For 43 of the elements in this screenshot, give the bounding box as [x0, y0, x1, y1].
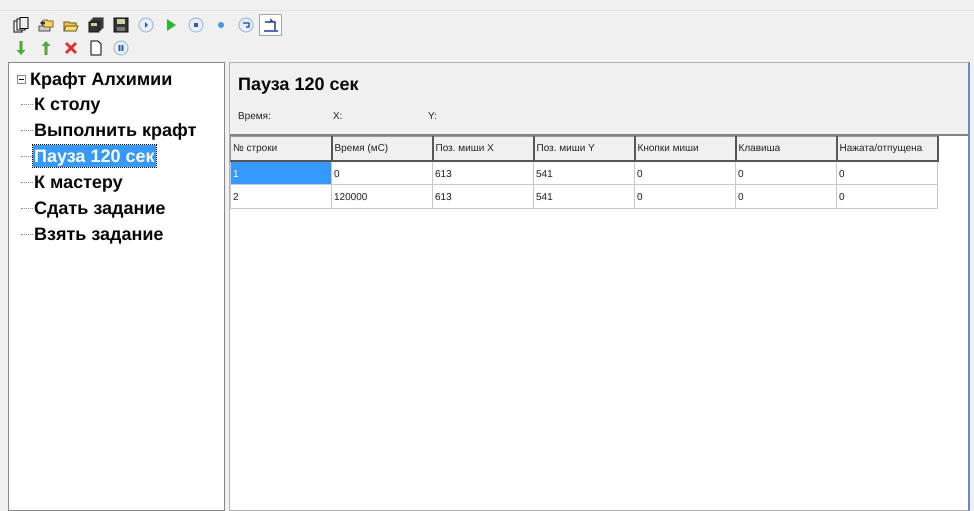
tree-item[interactable]: Крафт Алхимии	[29, 68, 174, 90]
copy-icon	[12, 16, 28, 32]
folder-icon	[38, 16, 54, 32]
collapse-toggle[interactable]	[17, 74, 26, 84]
column-header[interactable]: Нажата/отпущена	[836, 136, 938, 160]
loop-circle-icon	[238, 16, 254, 32]
column-header[interactable]: Клавиша	[736, 136, 836, 160]
delete-icon	[62, 40, 78, 56]
table-cell: 0	[634, 160, 736, 184]
column-header[interactable]: Поз. миши X	[432, 136, 534, 160]
table-cell: 0	[332, 160, 432, 184]
table-cell: 541	[534, 160, 634, 184]
new-document-icon	[88, 40, 104, 56]
field-label: X:	[333, 110, 344, 124]
tree-item[interactable]: К мастеру	[33, 171, 124, 193]
tree-item[interactable]: К столу	[33, 93, 102, 115]
table-cell: 613	[432, 160, 534, 184]
toolbar-button[interactable]	[259, 14, 282, 36]
play-circle-icon	[138, 16, 154, 32]
floppy-stack-icon	[88, 16, 104, 32]
column-header[interactable]: № строки	[230, 136, 332, 160]
tree-item[interactable]: Выполнить крафт	[33, 119, 198, 141]
tree-item[interactable]: Взять задание	[33, 223, 164, 245]
column-header[interactable]: Поз. миши Y	[534, 136, 634, 160]
table-cell: 0	[836, 160, 938, 184]
table-cell: 0	[836, 184, 938, 208]
tree-item[interactable]: Сдать задание	[33, 197, 166, 219]
stop-circle-icon	[188, 16, 204, 32]
table-cell: 541	[534, 184, 634, 208]
column-header[interactable]: Время (мС)	[332, 136, 432, 160]
field-label: Время:	[238, 110, 272, 124]
detail-title: Пауза 120 сек	[238, 73, 360, 95]
table-cell: 613	[432, 184, 534, 208]
table-cell: 2	[230, 184, 332, 208]
table-cell: 0	[736, 184, 836, 208]
table-cell: 1	[230, 160, 332, 184]
table-cell: 120000	[332, 184, 432, 208]
save-icon	[112, 16, 128, 32]
table-cell: 0	[736, 160, 836, 184]
table-cell: 0	[634, 184, 736, 208]
pause-circle-icon	[112, 40, 128, 56]
field-label: Y:	[428, 110, 438, 124]
column-header[interactable]: Кнопки миши	[634, 136, 736, 160]
